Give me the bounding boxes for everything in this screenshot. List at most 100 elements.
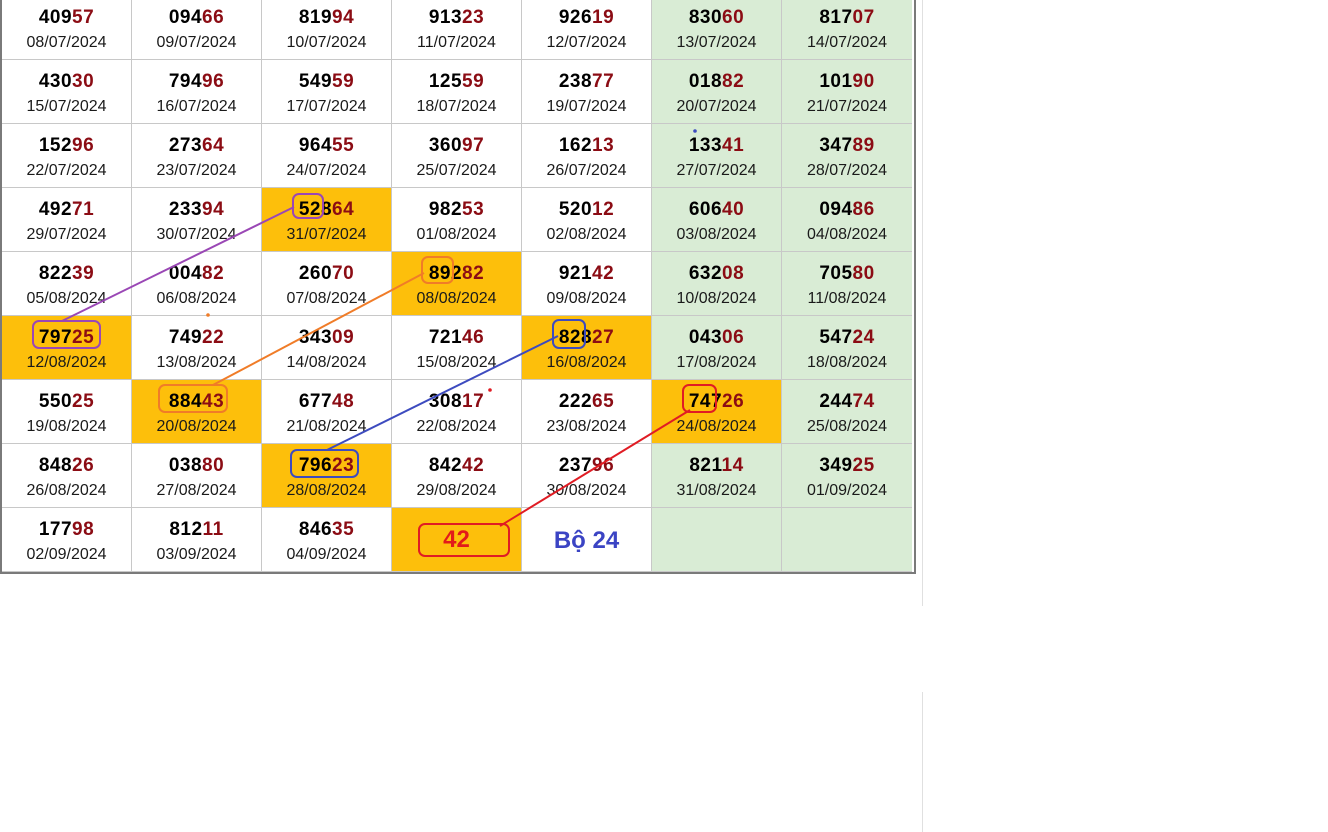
result-cell: 79725 12/08/2024 [2,316,132,380]
result-number-tail: 30 [72,71,95,92]
result-date: 28/07/2024 [806,162,888,179]
result-number-lead: 830 [688,7,723,28]
result-cell: 34789 28/07/2024 [782,124,912,188]
result-date: 07/08/2024 [286,290,367,307]
result-cell: 54959 17/07/2024 [262,60,392,124]
result-number-lead: 982 [428,199,463,220]
result-number-lead: 817 [819,7,853,28]
result-date: 15/08/2024 [416,354,497,371]
result-number-lead: 547 [819,327,853,348]
result-number-lead: 892 [428,263,463,284]
result-number-lead: 926 [558,7,593,28]
result-number: 72146 [392,327,521,349]
result-number: 54959 [262,71,391,93]
result-cell: 88443 20/08/2024 [132,380,262,444]
result-number-tail: 94 [202,199,225,220]
result-cell: 36097 25/07/2024 [392,124,522,188]
result-number-lead: 343 [298,327,333,348]
result-cell: 72146 15/08/2024 [392,316,522,380]
result-number-lead: 749 [168,327,203,348]
result-number: 12559 [392,71,521,93]
result-number: 84826 [2,455,131,477]
result-number-lead: 133 [688,135,723,156]
result-number-lead: 308 [428,391,463,412]
result-number-tail: 06 [722,327,745,348]
result-cell: 52012 02/08/2024 [522,188,652,252]
result-date: 17/07/2024 [286,98,367,115]
result-number: 34309 [262,327,391,349]
result-date: 24/07/2024 [286,162,367,179]
result-number-tail: 08 [722,263,745,284]
result-date: 22/07/2024 [26,162,107,179]
prediction-value: 42 [443,526,470,553]
result-cell: 60640 03/08/2024 [652,188,782,252]
result-date: 25/08/2024 [806,418,888,435]
result-number: 92619 [522,7,651,29]
result-number: 49271 [2,199,131,221]
result-number-lead: 101 [819,71,853,92]
result-number-tail: 66 [202,7,225,28]
result-number: 92142 [522,263,651,285]
result-number-tail: 57 [72,7,95,28]
result-number: 79496 [132,71,261,93]
result-number-lead: 152 [38,135,73,156]
result-number-tail: 94 [332,7,355,28]
result-date: 09/07/2024 [156,34,237,51]
result-number-lead: 819 [298,7,333,28]
result-date: 27/07/2024 [676,162,757,179]
result-cell: 03880 27/08/2024 [132,444,262,508]
result-number-lead: 360 [428,135,463,156]
result-cell: 23394 30/07/2024 [132,188,262,252]
result-date: 16/07/2024 [156,98,237,115]
sheet-divider [922,0,923,606]
result-cell: 98253 01/08/2024 [392,188,522,252]
result-number-tail: 65 [592,391,615,412]
result-cell: 00482 06/08/2024 [132,252,262,316]
result-cell: 81994 10/07/2024 [262,0,392,60]
result-number: 40957 [2,7,131,29]
result-number-tail: 64 [202,135,225,156]
result-number-tail: 22 [202,327,225,348]
result-number: 55025 [2,391,131,413]
result-date: 30/08/2024 [546,482,627,499]
result-cell: 92619 12/07/2024 [522,0,652,60]
result-number: 70580 [782,263,912,285]
result-date: 31/07/2024 [286,226,367,243]
result-number-lead: 492 [38,199,73,220]
result-number: 13341 [652,135,781,157]
result-cell: 74922 13/08/2024 [132,316,262,380]
result-number-tail: 24 [852,327,875,348]
result-number-lead: 632 [688,263,723,284]
result-number: 82239 [2,263,131,285]
result-cell: 34925 01/09/2024 [782,444,912,508]
result-number-lead: 747 [688,391,723,412]
result-date: 28/08/2024 [286,482,367,499]
result-number-lead: 038 [168,455,203,476]
result-number-lead: 177 [38,519,73,540]
result-number-lead: 125 [428,71,463,92]
result-date: 13/08/2024 [156,354,237,371]
result-number-lead: 822 [38,263,73,284]
result-number: 43030 [2,71,131,93]
result-number-tail: 09 [332,327,355,348]
result-date: 15/07/2024 [26,98,107,115]
result-number-tail: 89 [852,135,875,156]
result-number-lead: 550 [38,391,73,412]
result-cell: 49271 29/07/2024 [2,188,132,252]
result-number-lead: 794 [168,71,203,92]
result-cell: 23796 30/08/2024 [522,444,652,508]
result-number-lead: 430 [38,71,73,92]
result-cell: 79496 16/07/2024 [132,60,262,124]
result-date: 03/09/2024 [156,546,237,563]
result-number-tail: 86 [852,199,875,220]
result-number: 26070 [262,263,391,285]
result-number: 09486 [782,199,912,221]
result-number-tail: 25 [852,455,875,476]
result-cell: 74726 24/08/2024 [652,380,782,444]
result-number-lead: 606 [688,199,723,220]
result-number-lead: 528 [298,199,333,220]
result-date: 06/08/2024 [156,290,237,307]
result-cell: 26070 07/08/2024 [262,252,392,316]
result-date: 03/08/2024 [676,226,757,243]
result-number: 52864 [262,199,391,221]
